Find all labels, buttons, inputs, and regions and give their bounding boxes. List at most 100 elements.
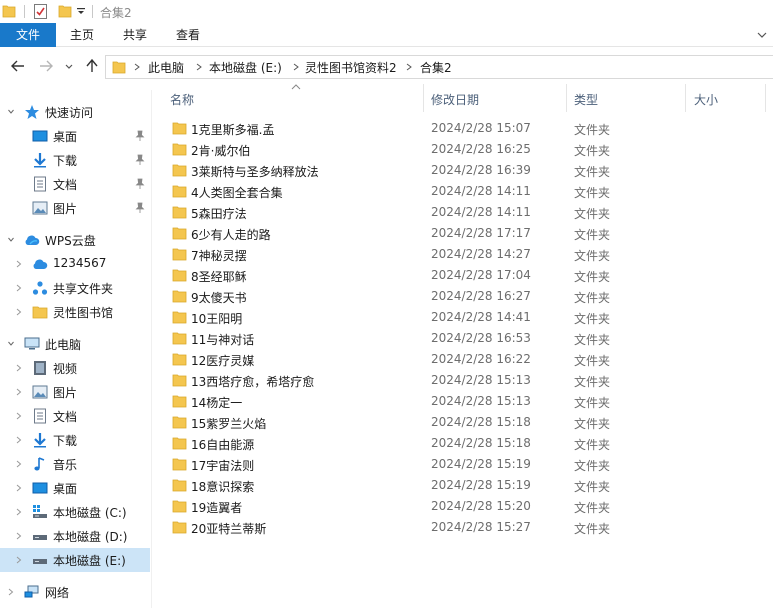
pin-icon[interactable]	[135, 178, 145, 190]
chevron-down-icon[interactable]	[8, 236, 14, 244]
quick-access-dropdown-icon[interactable]	[76, 7, 86, 15]
chevron-right-icon[interactable]	[16, 308, 22, 316]
file-name: 13西塔疗愈，希塔疗愈	[191, 375, 315, 389]
breadcrumb-current[interactable]: 合集2	[420, 59, 452, 76]
sidebar-item-pictures-pc[interactable]: 图片	[0, 380, 150, 404]
sidebar-item-downloads[interactable]: 下载	[0, 148, 150, 172]
column-divider[interactable]	[423, 84, 424, 112]
breadcrumb-drive-e[interactable]: 本地磁盘 (E:)	[209, 59, 282, 76]
properties-icon[interactable]	[33, 3, 48, 20]
chevron-right-icon[interactable]	[196, 63, 202, 71]
file-row[interactable]: 10王阳明 2024/2/28 14:41 文件夹	[160, 307, 773, 328]
sidebar-item-documents-pc[interactable]: 文档	[0, 404, 150, 428]
tab-share[interactable]: 共享	[108, 23, 162, 47]
chevron-right-icon[interactable]	[16, 284, 22, 292]
chevron-right-icon[interactable]	[16, 260, 22, 268]
sidebar-item-pictures[interactable]: 图片	[0, 196, 150, 220]
chevron-right-icon[interactable]	[16, 412, 22, 420]
file-date: 2024/2/28 16:39	[431, 163, 531, 177]
chevron-right-icon[interactable]	[406, 63, 412, 71]
file-row[interactable]: 5森田疗法 2024/2/28 14:11 文件夹	[160, 202, 773, 223]
back-arrow-icon[interactable]	[10, 58, 26, 74]
sidebar-item-library-folder[interactable]: 灵性图书馆	[0, 300, 150, 324]
file-row[interactable]: 12医疗灵媒 2024/2/28 16:22 文件夹	[160, 349, 773, 370]
file-name: 15紫罗兰火焰	[191, 417, 267, 431]
chevron-right-icon[interactable]	[8, 588, 14, 596]
sidebar-item-downloads-pc[interactable]: 下载	[0, 428, 150, 452]
sidebar-item-network[interactable]: 网络	[0, 580, 150, 604]
file-row[interactable]: 6少有人走的路 2024/2/28 17:17 文件夹	[160, 223, 773, 244]
sidebar-item-drive-d[interactable]: 本地磁盘 (D:)	[0, 524, 150, 548]
sidebar-item-drive-c[interactable]: 本地磁盘 (C:)	[0, 500, 150, 524]
pin-icon[interactable]	[135, 154, 145, 166]
file-row[interactable]: 3莱斯特与圣多纳释放法 2024/2/28 16:39 文件夹	[160, 160, 773, 181]
file-row[interactable]: 2肯·威尔伯 2024/2/28 16:25 文件夹	[160, 139, 773, 160]
file-name: 2肯·威尔伯	[191, 144, 251, 158]
tab-view[interactable]: 查看	[162, 23, 214, 47]
file-date: 2024/2/28 15:18	[431, 436, 531, 450]
pin-icon[interactable]	[135, 130, 145, 142]
file-row[interactable]: 7神秘灵摆 2024/2/28 14:27 文件夹	[160, 244, 773, 265]
column-name[interactable]: 名称	[170, 91, 194, 108]
file-row[interactable]: 19造翼者 2024/2/28 15:20 文件夹	[160, 496, 773, 517]
sidebar-item-music[interactable]: 音乐	[0, 452, 150, 476]
file-row[interactable]: 15紫罗兰火焰 2024/2/28 15:18 文件夹	[160, 412, 773, 433]
chevron-right-icon[interactable]	[16, 460, 22, 468]
file-row[interactable]: 17宇宙法则 2024/2/28 15:19 文件夹	[160, 454, 773, 475]
file-type: 文件夹	[574, 417, 611, 431]
chevron-right-icon[interactable]	[293, 63, 299, 71]
tab-file[interactable]: 文件	[0, 23, 56, 47]
folder-icon	[172, 227, 187, 240]
chevron-down-icon[interactable]	[8, 108, 14, 116]
column-date-modified[interactable]: 修改日期	[431, 91, 479, 108]
sidebar-item-wps-cloud[interactable]: WPS云盘	[0, 228, 150, 252]
chevron-right-icon[interactable]	[16, 556, 22, 564]
sidebar-item-desktop[interactable]: 桌面	[0, 124, 150, 148]
chevron-right-icon[interactable]	[16, 508, 22, 516]
file-row[interactable]: 4人类图全套合集 2024/2/28 14:11 文件夹	[160, 181, 773, 202]
chevron-right-icon[interactable]	[16, 532, 22, 540]
document-icon	[34, 408, 46, 424]
pin-icon[interactable]	[135, 202, 145, 214]
tab-home[interactable]: 主页	[56, 23, 108, 47]
file-row[interactable]: 8圣经耶稣 2024/2/28 17:04 文件夹	[160, 265, 773, 286]
column-divider[interactable]	[566, 84, 567, 112]
recent-locations-icon[interactable]	[64, 58, 74, 74]
sidebar-item-documents[interactable]: 文档	[0, 172, 150, 196]
file-date: 2024/2/28 15:13	[431, 373, 531, 387]
file-row[interactable]: 14杨定一 2024/2/28 15:13 文件夹	[160, 391, 773, 412]
expand-ribbon-icon[interactable]	[757, 31, 767, 39]
sidebar-item-videos[interactable]: 视频	[0, 356, 150, 380]
column-divider[interactable]	[685, 84, 686, 112]
folder-icon	[172, 479, 187, 492]
sidebar-item-desktop-pc[interactable]: 桌面	[0, 476, 150, 500]
up-arrow-icon[interactable]	[84, 58, 100, 74]
breadcrumb-this-pc[interactable]: 此电脑	[148, 59, 184, 76]
file-row[interactable]: 13西塔疗愈，希塔疗愈 2024/2/28 15:13 文件夹	[160, 370, 773, 391]
column-divider[interactable]	[765, 84, 766, 112]
new-folder-icon[interactable]	[58, 4, 72, 18]
sidebar-item-shared-folder[interactable]: 共享文件夹	[0, 276, 150, 300]
forward-arrow-icon[interactable]	[38, 58, 54, 74]
address-bar[interactable]: 此电脑 本地磁盘 (E:) 灵性图书馆资料2 合集2	[105, 55, 773, 79]
column-size[interactable]: 大小	[694, 91, 718, 108]
chevron-right-icon[interactable]	[16, 436, 22, 444]
chevron-right-icon[interactable]	[16, 484, 22, 492]
file-row[interactable]: 1克里斯多福.孟 2024/2/28 15:07 文件夹	[160, 118, 773, 139]
breadcrumb-library[interactable]: 灵性图书馆资料2	[305, 59, 397, 76]
chevron-down-icon[interactable]	[8, 340, 14, 348]
file-row[interactable]: 16自由能源 2024/2/28 15:18 文件夹	[160, 433, 773, 454]
sidebar-item-quick-access[interactable]: 快速访问	[0, 100, 150, 124]
file-row[interactable]: 20亚特兰蒂斯 2024/2/28 15:27 文件夹	[160, 517, 773, 538]
chevron-right-icon[interactable]	[16, 364, 22, 372]
sidebar-item-cloud-account[interactable]: 1234567	[0, 252, 150, 276]
file-date: 2024/2/28 15:13	[431, 394, 531, 408]
file-row[interactable]: 11与神对话 2024/2/28 16:53 文件夹	[160, 328, 773, 349]
file-row[interactable]: 18意识探索 2024/2/28 15:19 文件夹	[160, 475, 773, 496]
chevron-right-icon[interactable]	[16, 388, 22, 396]
file-row[interactable]: 9太傻天书 2024/2/28 16:27 文件夹	[160, 286, 773, 307]
sidebar-item-drive-e[interactable]: 本地磁盘 (E:)	[0, 548, 150, 572]
column-type[interactable]: 类型	[574, 91, 598, 108]
sidebar-item-this-pc[interactable]: 此电脑	[0, 332, 150, 356]
chevron-right-icon[interactable]	[134, 63, 140, 71]
